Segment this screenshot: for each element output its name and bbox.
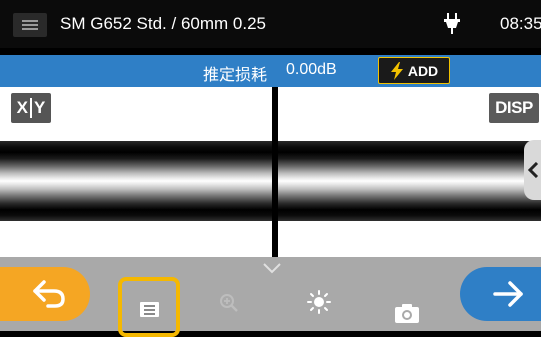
- estimated-loss-label: 推定损耗: [203, 67, 268, 84]
- xy-label-x: X: [16, 98, 28, 117]
- splice-program-title: SM G652 Std. / 60mm 0.25: [60, 14, 266, 33]
- plug-icon: [444, 13, 460, 34]
- zoom-in-icon[interactable]: [219, 293, 239, 313]
- camera-icon[interactable]: [394, 302, 420, 324]
- memo-button[interactable]: [118, 277, 180, 337]
- estimated-loss-value: 0.00dB: [286, 61, 337, 78]
- brightness-icon[interactable]: [307, 290, 331, 314]
- xy-toggle-button[interactable]: XY: [11, 93, 51, 123]
- left-fiber-image: [0, 141, 272, 221]
- clock: 08:35: [500, 14, 541, 33]
- fiber-view: [0, 87, 541, 257]
- xy-separator: [30, 98, 32, 118]
- lightning-icon: [390, 61, 403, 80]
- chevron-left-icon: [527, 162, 539, 178]
- info-bar: [0, 55, 541, 87]
- add-button-label: ADD: [407, 62, 439, 79]
- forward-arrow-icon: [493, 281, 523, 307]
- hamburger-menu-icon[interactable]: [13, 13, 47, 37]
- right-fiber-image: [278, 141, 541, 221]
- memo-icon: [140, 302, 159, 317]
- xy-label-y: Y: [34, 98, 46, 117]
- disp-button[interactable]: DISP: [489, 93, 539, 123]
- back-button[interactable]: [0, 267, 90, 321]
- chevron-down-icon[interactable]: [262, 262, 282, 274]
- side-panel-tab[interactable]: [524, 140, 541, 200]
- back-arrow-icon: [33, 280, 65, 308]
- next-button[interactable]: [460, 267, 541, 321]
- add-button[interactable]: ADD: [378, 57, 450, 84]
